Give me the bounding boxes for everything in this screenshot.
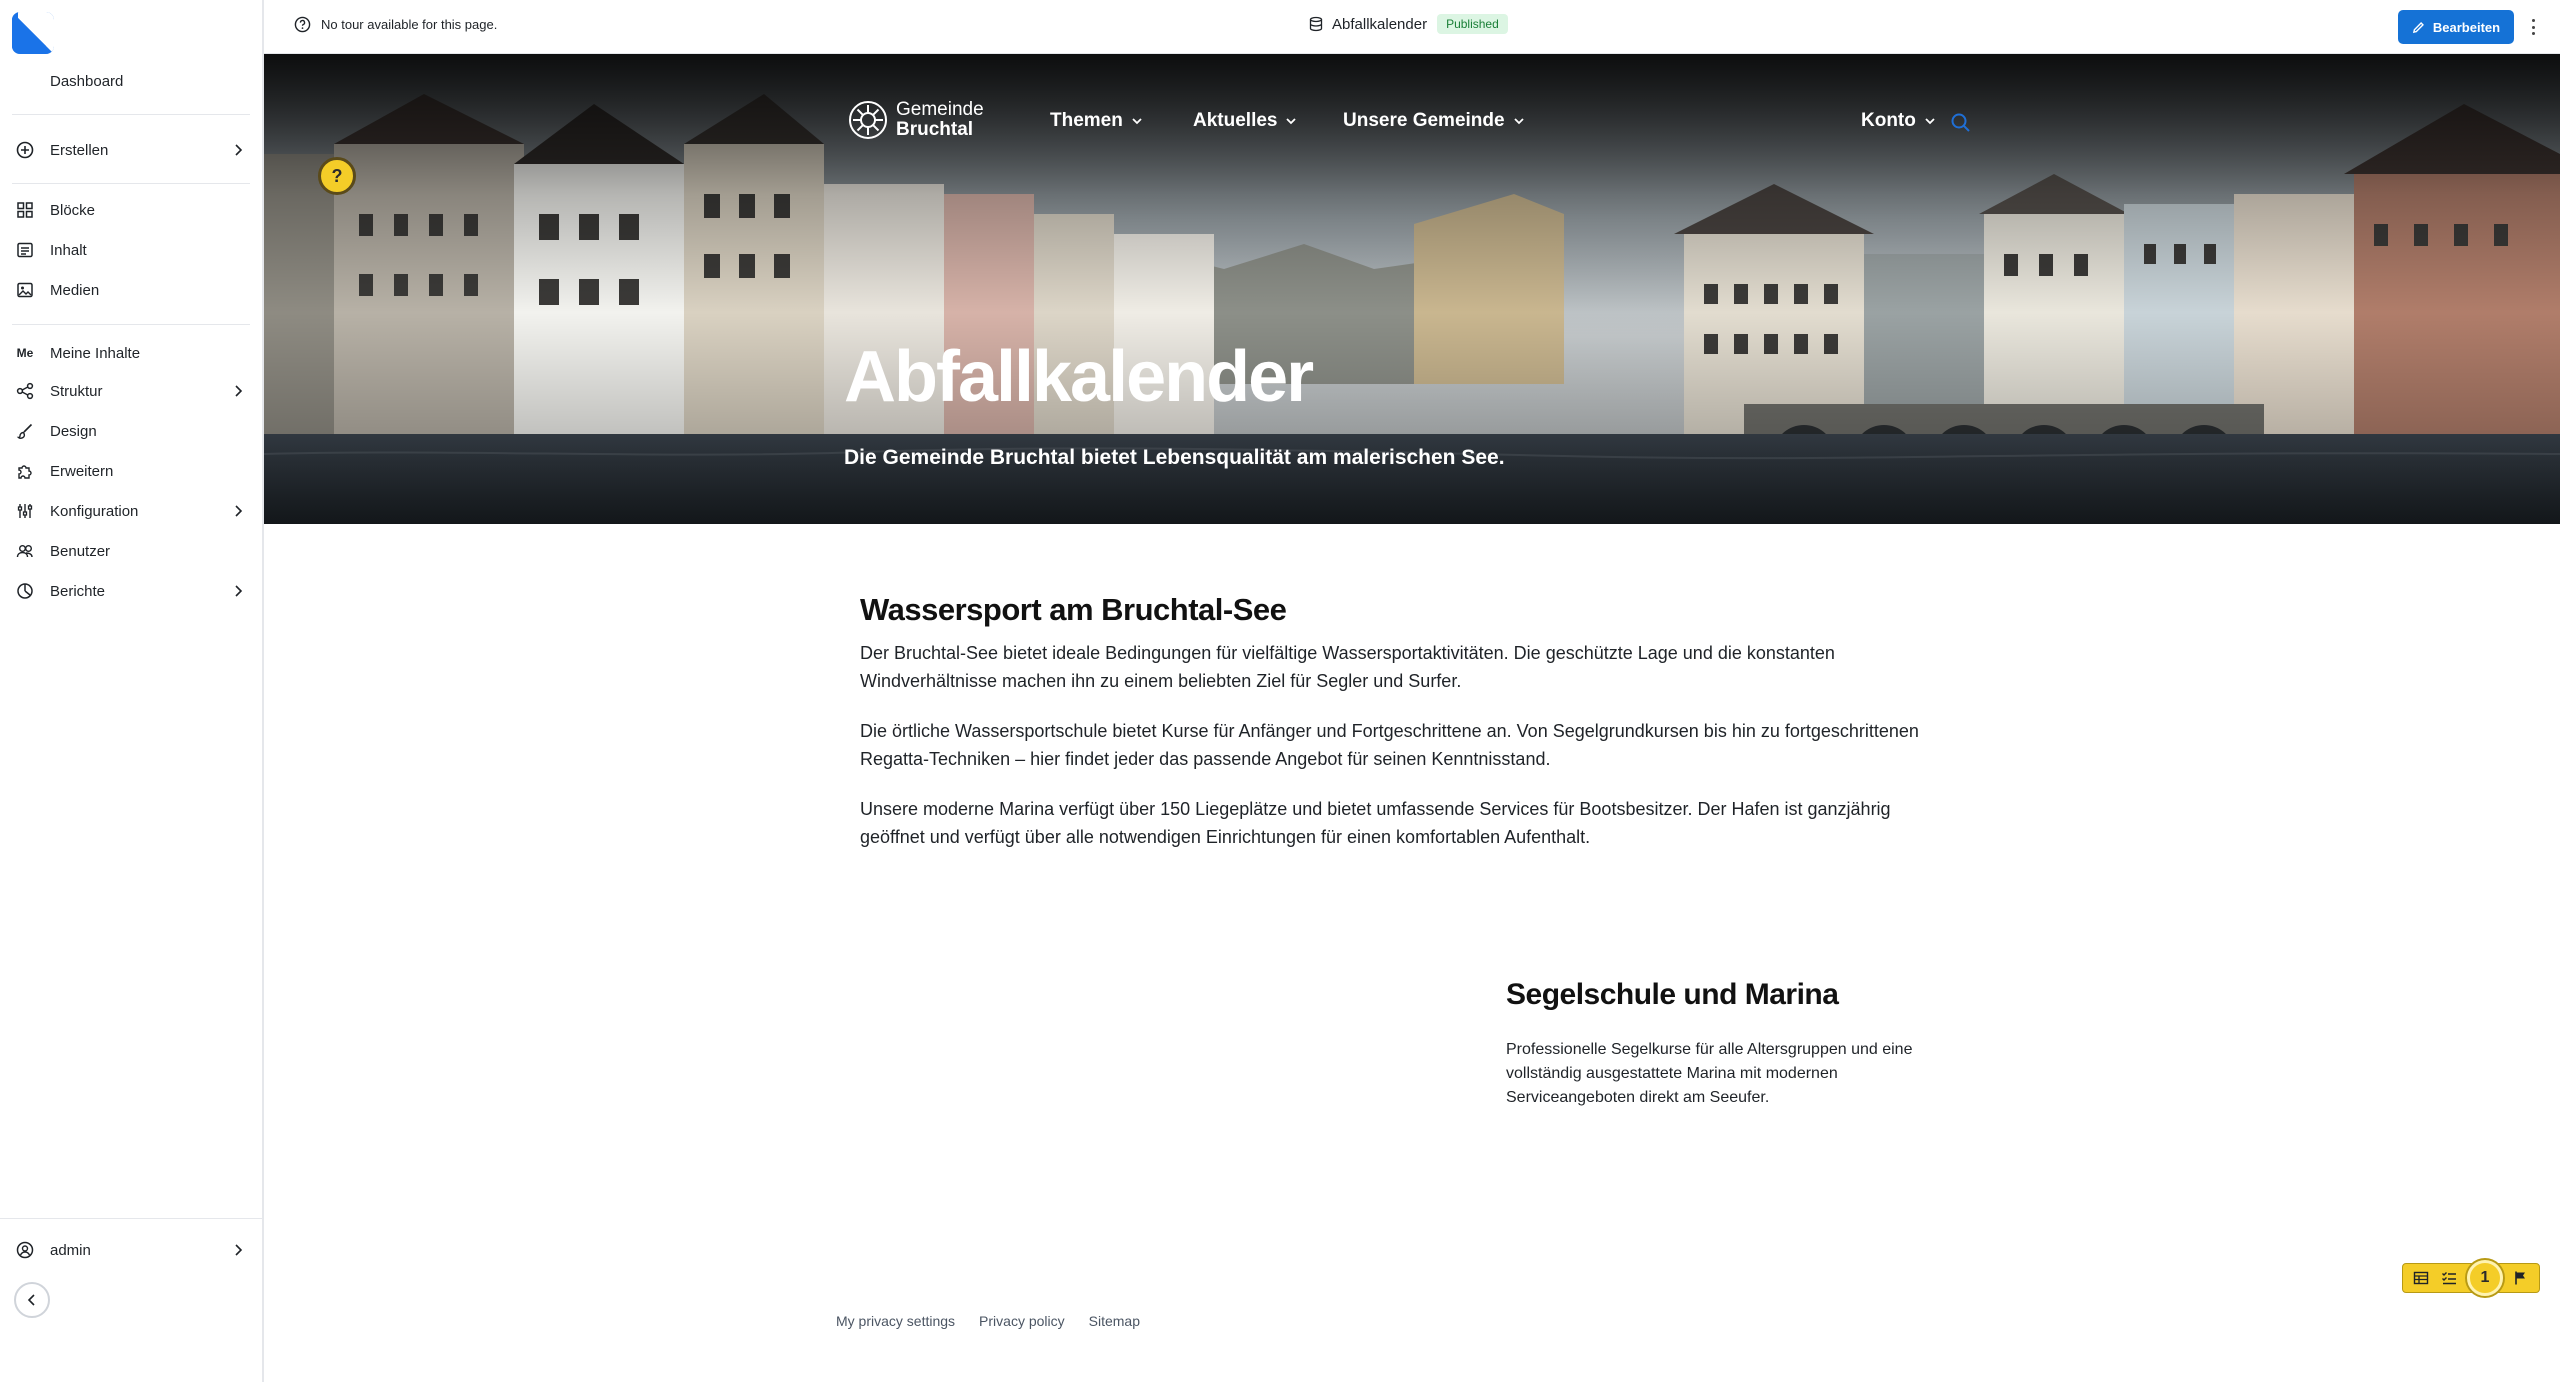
footer-links: My privacy settings Privacy policy Sitem… bbox=[836, 1313, 1164, 1329]
chevron-down-icon bbox=[1513, 118, 1524, 125]
sidebar-item-berichte[interactable]: Berichte bbox=[14, 574, 246, 608]
nav-label: Konto bbox=[1861, 110, 1916, 131]
paragraph: Die örtliche Wassersportschule bietet Ku… bbox=[860, 721, 1919, 769]
sidebar-item-label: Struktur bbox=[50, 382, 103, 400]
sidebar-item-label: Erstellen bbox=[50, 141, 109, 159]
sidebar-item-label: Design bbox=[50, 422, 97, 440]
list-icon bbox=[14, 239, 36, 261]
sidebar-item-label: Berichte bbox=[50, 582, 106, 600]
chevron-left-icon bbox=[27, 1294, 35, 1306]
sidebar-item-inhalt[interactable]: Inhalt bbox=[14, 233, 246, 267]
page-content: Wassersport am Bruchtal-See Der Bruchtal… bbox=[264, 524, 2560, 1382]
sidebar-divider bbox=[12, 183, 250, 184]
dashboard-link[interactable]: Dashboard bbox=[50, 73, 123, 90]
section-heading: Wassersport am Bruchtal-See bbox=[860, 592, 1287, 627]
nav-item-themen[interactable]: Themen bbox=[1050, 110, 1143, 132]
chevron-right-icon bbox=[235, 385, 243, 397]
sidebar-item-erweitern[interactable]: Erweitern bbox=[14, 454, 246, 488]
pencil-icon bbox=[2412, 21, 2424, 33]
issue-count-badge[interactable]: 1 bbox=[2467, 1260, 2503, 1296]
document-title-area: Abfallkalender Published bbox=[1308, 14, 1508, 34]
image-icon bbox=[14, 279, 36, 301]
search-icon[interactable] bbox=[1950, 112, 1972, 134]
chevron-down-icon bbox=[1286, 118, 1297, 125]
chevron-right-icon bbox=[235, 1244, 243, 1256]
card-text: Professionelle Segelkurse für alle Alter… bbox=[1506, 1041, 1913, 1106]
document-title: Abfallkalender bbox=[1332, 15, 1428, 33]
sidebar-item-benutzer[interactable]: Benutzer bbox=[14, 534, 246, 568]
brush-icon bbox=[14, 420, 36, 442]
sidebar-divider bbox=[12, 324, 250, 325]
sidebar-divider bbox=[12, 114, 250, 115]
database-icon bbox=[1309, 16, 1323, 32]
chart-icon bbox=[14, 580, 36, 602]
grid-icon bbox=[14, 199, 36, 221]
sidebar-item-struktur[interactable]: Struktur bbox=[14, 374, 246, 408]
chevron-right-icon bbox=[235, 505, 243, 517]
users-icon bbox=[14, 540, 36, 562]
sidebar-divider bbox=[0, 1218, 264, 1219]
edit-button[interactable]: Bearbeiten bbox=[2398, 10, 2514, 44]
sidebar-item-meine-inhalte[interactable]: Me Meine Inhalte bbox=[14, 336, 246, 370]
checklist-icon[interactable] bbox=[2435, 1266, 2463, 1290]
logo-line-2: Bruchtal bbox=[896, 119, 974, 140]
sidebar-item-konfiguration[interactable]: Konfiguration bbox=[14, 494, 246, 528]
nav-item-unsere-gemeinde[interactable]: Unsere Gemeinde bbox=[1343, 110, 1525, 132]
page-title: Abfallkalender bbox=[844, 337, 1314, 417]
logo-line-1: Gemeinde bbox=[896, 99, 984, 120]
sidebar-item-label: Benutzer bbox=[50, 542, 111, 560]
me-badge: Me bbox=[16, 346, 34, 360]
structure-icon bbox=[14, 380, 36, 402]
edit-button-label: Bearbeiten bbox=[2432, 19, 2501, 35]
help-tour-button[interactable]: ? bbox=[318, 157, 356, 195]
tour-text: No tour available for this page. bbox=[321, 17, 498, 32]
flag-icon[interactable] bbox=[2507, 1266, 2535, 1290]
sidebar-item-label: Erweitern bbox=[50, 462, 114, 480]
site-logo[interactable]: Gemeinde Bruchtal bbox=[848, 100, 984, 140]
table-icon[interactable] bbox=[2407, 1266, 2435, 1290]
collapse-sidebar-button[interactable] bbox=[14, 1282, 50, 1318]
chevron-down-icon bbox=[1925, 118, 1935, 125]
page-subtitle: Die Gemeinde Bruchtal bietet Lebensquali… bbox=[844, 446, 1505, 469]
chevron-right-icon bbox=[235, 144, 243, 156]
chevron-down-icon bbox=[1132, 118, 1142, 125]
nav-item-aktuelles[interactable]: Aktuelles bbox=[1193, 110, 1297, 132]
nav-label: Themen bbox=[1050, 110, 1123, 131]
admin-topbar: No tour available for this page. Abfallk… bbox=[264, 0, 2560, 54]
plus-circle-icon bbox=[14, 139, 36, 161]
footer-link-privacy-settings[interactable]: My privacy settings bbox=[836, 1313, 955, 1329]
puzzle-icon bbox=[14, 460, 36, 482]
more-options-icon[interactable] bbox=[2526, 14, 2540, 40]
chevron-right-icon bbox=[235, 585, 243, 597]
paragraph: Unsere moderne Marina verfügt über 150 L… bbox=[860, 799, 1891, 847]
sidebar-item-erstellen[interactable]: Erstellen bbox=[14, 133, 246, 167]
footer-link-privacy-policy[interactable]: Privacy policy bbox=[979, 1313, 1065, 1329]
sidebar-item-label: Medien bbox=[50, 281, 100, 299]
drupal-logo-icon[interactable] bbox=[12, 12, 54, 54]
card-heading: Segelschule und Marina bbox=[1506, 978, 1839, 1011]
sidebar-item-label: Konfiguration bbox=[50, 502, 139, 520]
sidebar-item-design[interactable]: Design bbox=[14, 414, 246, 448]
sliders-icon bbox=[14, 500, 36, 522]
sidebar-item-label: Inhalt bbox=[50, 241, 87, 259]
status-badge: Published bbox=[1437, 14, 1508, 34]
user-circle-icon bbox=[14, 1239, 36, 1261]
admin-sidebar: Dashboard Erstellen Blöcke Inhalt Medien… bbox=[0, 0, 264, 1382]
nav-item-konto[interactable]: Konto bbox=[1861, 110, 1936, 132]
paragraph: Der Bruchtal-See bietet ideale Bedingung… bbox=[860, 643, 1835, 691]
footer-link-sitemap[interactable]: Sitemap bbox=[1089, 1313, 1140, 1329]
sidebar-item-label: Blöcke bbox=[50, 201, 96, 219]
sidebar-item-medien[interactable]: Medien bbox=[14, 273, 246, 307]
help-circle-icon bbox=[294, 16, 311, 33]
user-menu[interactable]: admin bbox=[14, 1233, 246, 1267]
user-name: admin bbox=[50, 1241, 91, 1259]
sidebar-item-bloecke[interactable]: Blöcke bbox=[14, 193, 246, 227]
municipal-seal-icon bbox=[849, 101, 887, 139]
nav-label: Aktuelles bbox=[1193, 110, 1278, 131]
tour-notice[interactable]: No tour available for this page. bbox=[294, 16, 497, 33]
floating-annotation-toolbar: 1 bbox=[2402, 1260, 2540, 1296]
sidebar-item-label: Meine Inhalte bbox=[50, 344, 141, 362]
hero-banner: Gemeinde Bruchtal Themen Aktuelles Unser… bbox=[264, 54, 2560, 524]
nav-label: Unsere Gemeinde bbox=[1343, 110, 1505, 131]
